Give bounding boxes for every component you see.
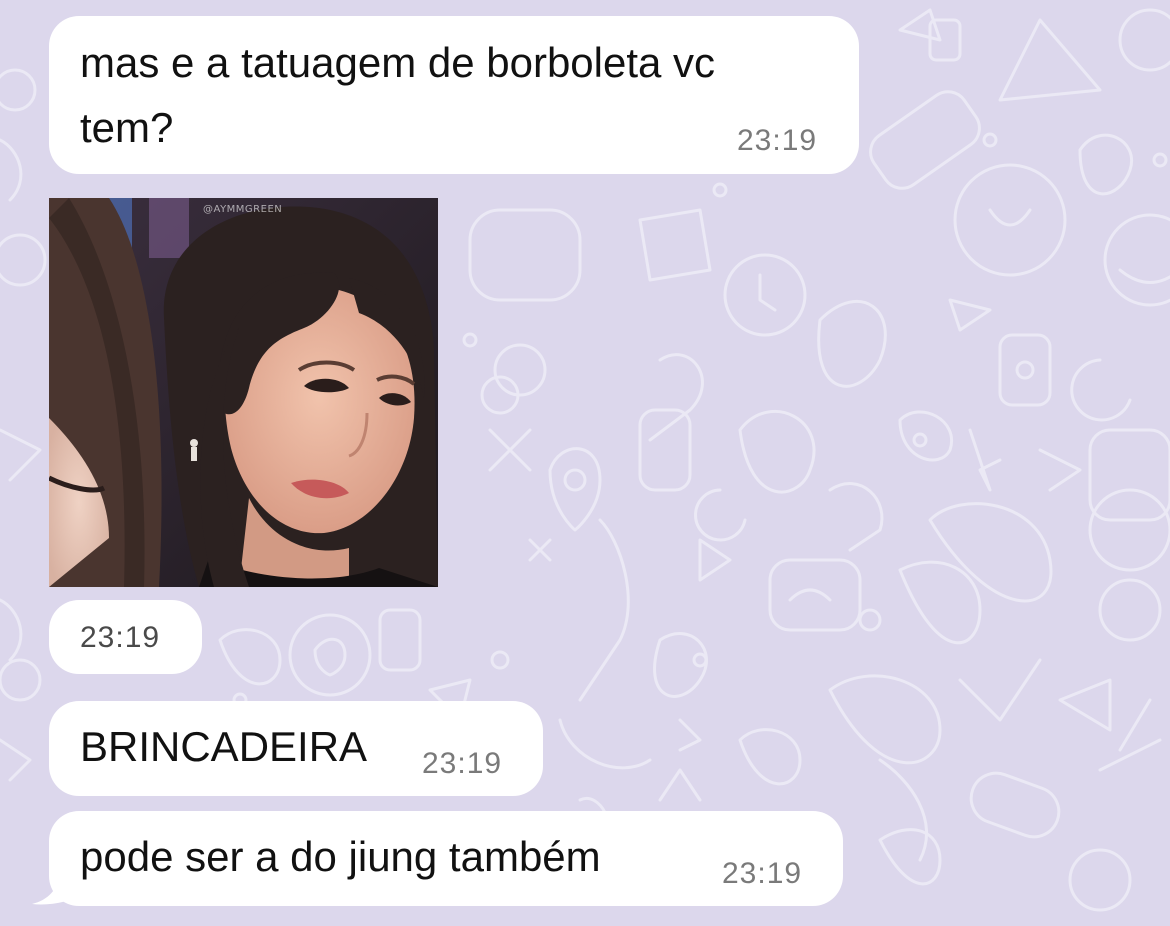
- message-text-line2: tem?: [80, 104, 174, 151]
- message-bubble-1[interactable]: mas e a tatuagem de borboleta vc tem? 23…: [49, 16, 859, 174]
- message-bubble-3[interactable]: BRINCADEIRA 23:19: [49, 701, 543, 796]
- photo-image: [49, 198, 438, 587]
- message-timestamp: 23:19: [722, 857, 803, 890]
- message-timestamp: 23:19: [422, 747, 503, 780]
- photo-watermark: @AYMMGREEN: [203, 204, 283, 215]
- message-timestamp: 23:19: [737, 124, 818, 157]
- message-text: pode ser a do jiung também: [80, 833, 601, 880]
- message-text: BRINCADEIRA: [80, 723, 368, 770]
- message-text-line1: mas e a tatuagem de borboleta vc: [80, 39, 716, 86]
- message-bubble-4[interactable]: pode ser a do jiung também 23:19: [49, 811, 843, 906]
- message-photo[interactable]: @AYMMGREEN: [49, 198, 438, 587]
- photo-timestamp: 23:19: [80, 621, 161, 654]
- photo-timestamp-bubble: 23:19: [49, 600, 202, 674]
